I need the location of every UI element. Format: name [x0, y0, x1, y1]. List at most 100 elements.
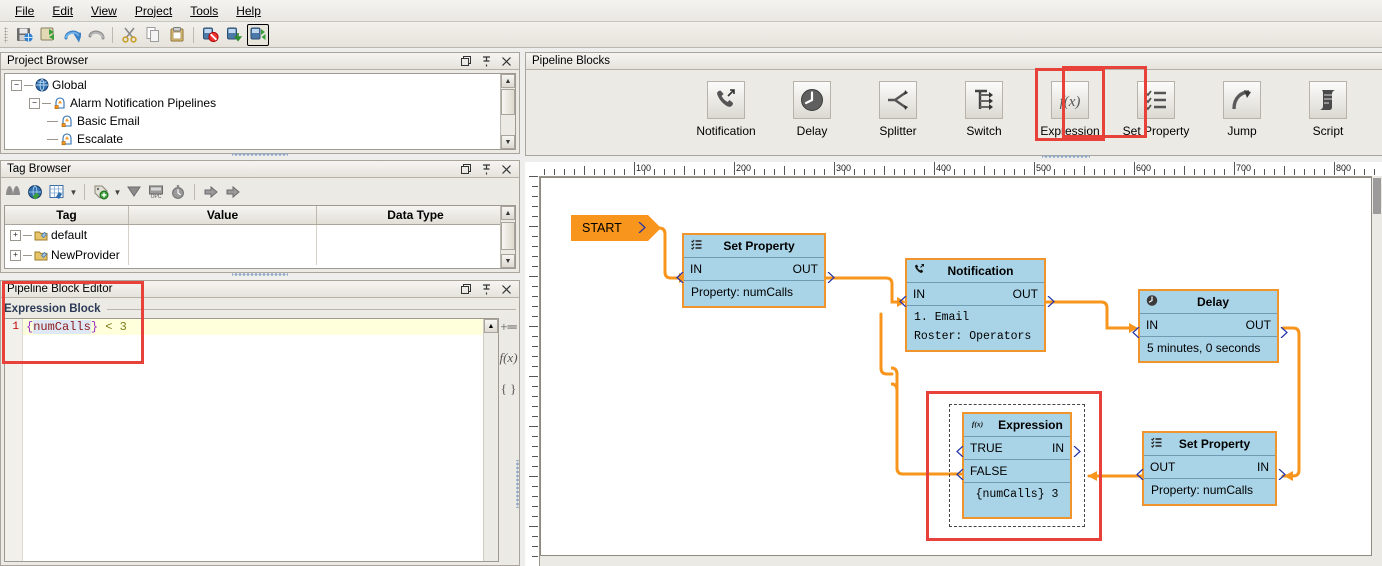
port-label-true[interactable]: TRUE: [970, 441, 1003, 455]
tag-column-header-data-type[interactable]: Data Type: [317, 206, 515, 224]
menu-edit[interactable]: Edit: [43, 2, 82, 20]
tag-table[interactable]: Tag Value Data Type + default + NewProvi…: [4, 205, 516, 269]
pin-icon-3[interactable]: [481, 283, 492, 295]
maximize-icon-3[interactable]: [461, 283, 472, 295]
pipeline-canvas[interactable]: START Set Property IN OUT Property: numC…: [540, 177, 1372, 556]
export-icon[interactable]: [223, 183, 243, 202]
scroll-down-icon[interactable]: ▼: [501, 135, 515, 149]
tree-item-global[interactable]: − Global: [5, 76, 501, 94]
history-icon[interactable]: [168, 183, 188, 202]
expression-in-port[interactable]: [1073, 446, 1082, 457]
palette-item-splitter[interactable]: Splitter: [866, 71, 930, 138]
scroll-thumb[interactable]: [501, 89, 515, 115]
expression-false-port[interactable]: [955, 469, 964, 480]
refresh-icon[interactable]: [37, 24, 59, 46]
menu-project[interactable]: Project: [126, 2, 181, 20]
canvas-block-notification[interactable]: Notification IN OUT 1. Email Roster: Ope…: [905, 258, 1046, 352]
start-block[interactable]: START: [571, 215, 661, 241]
redo-icon[interactable]: [85, 24, 107, 46]
scroll-up-icon[interactable]: ▲: [501, 74, 515, 88]
delay-in-port[interactable]: [1131, 327, 1140, 338]
table-row[interactable]: + default: [5, 225, 515, 245]
canvas-block-set-property-1[interactable]: Set Property IN OUT Property: numCalls: [682, 233, 826, 308]
splitter-handle-3[interactable]: [1042, 154, 1090, 159]
table-edit-icon[interactable]: [47, 183, 67, 202]
import-icon[interactable]: [201, 183, 221, 202]
port-label-in-2[interactable]: IN: [913, 287, 925, 301]
port-label-false[interactable]: FALSE: [970, 464, 1007, 478]
tree-item-alarm-notification-pipelines[interactable]: − Alarm Notification Pipelines: [5, 94, 501, 112]
scroll-up-icon-2[interactable]: ▲: [501, 206, 515, 220]
insert-property-icon[interactable]: +═: [500, 319, 517, 335]
set-property-2-out-port[interactable]: [1135, 469, 1144, 480]
close-icon-3[interactable]: [501, 284, 512, 295]
maximize-icon[interactable]: [461, 55, 472, 67]
maximize-icon-2[interactable]: [461, 163, 472, 175]
tag-column-header-value[interactable]: Value: [129, 206, 317, 224]
port-label-out-1[interactable]: OUT: [793, 262, 818, 276]
tree-toggle-pipelines[interactable]: −: [29, 97, 40, 109]
splitter-handle-1[interactable]: [232, 152, 288, 157]
canvas-scroll-thumb[interactable]: [1373, 178, 1381, 214]
canvas-block-expression[interactable]: f(x) Expression TRUE IN FALSE {numCalls}…: [962, 412, 1072, 519]
code-line-1[interactable]: {numCalls} < 3: [23, 319, 484, 335]
pin-icon-2[interactable]: [481, 163, 492, 175]
menu-view[interactable]: View: [82, 2, 126, 20]
canvas-vertical-scrollbar[interactable]: [1372, 176, 1382, 566]
scroll-up-icon-3[interactable]: ▲: [484, 319, 498, 333]
device-down-icon[interactable]: [223, 24, 245, 46]
tree-item-escalate[interactable]: Escalate: [5, 130, 501, 148]
toolbar-grip[interactable]: [4, 26, 8, 43]
scroll-down-icon-2[interactable]: ▼: [501, 254, 515, 268]
save-icon[interactable]: [13, 24, 35, 46]
close-icon[interactable]: [501, 56, 512, 67]
paste-icon[interactable]: [166, 24, 188, 46]
opc-icon[interactable]: OPC: [146, 183, 166, 202]
port-label-out-4[interactable]: OUT: [1150, 460, 1175, 474]
pin-icon[interactable]: [481, 55, 492, 67]
start-output-port[interactable]: [638, 222, 647, 233]
palette-item-script[interactable]: Script: [1296, 71, 1360, 138]
code-scrollbar[interactable]: ▲: [483, 319, 498, 561]
palette-item-expression[interactable]: f(x) Expression: [1035, 68, 1105, 141]
copy-icon[interactable]: [142, 24, 164, 46]
project-tree-scrollbar[interactable]: ▲ ▼: [500, 74, 515, 149]
palette-item-notification[interactable]: Notification: [694, 71, 758, 138]
find-icon[interactable]: [3, 183, 23, 202]
delay-out-port[interactable]: [1280, 327, 1289, 338]
menu-help[interactable]: Help: [227, 2, 270, 20]
close-icon-2[interactable]: [501, 164, 512, 175]
undo-icon[interactable]: [61, 24, 83, 46]
notification-out-port[interactable]: [1047, 296, 1056, 307]
tag-column-header-tag[interactable]: Tag: [5, 206, 129, 224]
cut-icon[interactable]: [118, 24, 140, 46]
set-property-1-out-port[interactable]: [827, 272, 836, 283]
set-property-2-in-port[interactable]: [1278, 469, 1287, 480]
expression-function-icon[interactable]: f(x): [499, 350, 517, 366]
tree-toggle-newprovider[interactable]: +: [10, 249, 21, 261]
tree-item-basic-email[interactable]: Basic Email: [5, 112, 501, 130]
table-row[interactable]: + NewProvider: [5, 245, 515, 265]
port-label-in-5[interactable]: IN: [1257, 460, 1269, 474]
splitter-handle-vertical[interactable]: [515, 460, 520, 508]
expression-code-editor[interactable]: 1 {numCalls} < 3 ▲: [4, 318, 499, 562]
expression-true-port[interactable]: [955, 446, 964, 457]
port-label-out-3[interactable]: OUT: [1246, 318, 1271, 332]
port-label-in-4[interactable]: IN: [1052, 441, 1064, 455]
new-tag-icon[interactable]: [91, 183, 111, 202]
project-tree[interactable]: − Global − Alarm Notification Pipelines: [4, 73, 516, 150]
notification-in-port[interactable]: [898, 296, 907, 307]
palette-item-set-property[interactable]: Set Property: [1123, 71, 1189, 138]
palette-item-switch[interactable]: Switch: [952, 71, 1016, 138]
port-label-in-3[interactable]: IN: [1146, 318, 1158, 332]
udt-icon[interactable]: [124, 183, 144, 202]
canvas-block-delay[interactable]: Delay IN OUT 5 minutes, 0 seconds: [1138, 289, 1279, 363]
provider-icon[interactable]: [25, 183, 45, 202]
port-label-out-2[interactable]: OUT: [1013, 287, 1038, 301]
set-property-1-in-port[interactable]: [675, 272, 684, 283]
braces-icon[interactable]: { }: [501, 381, 517, 397]
menu-tools[interactable]: Tools: [181, 2, 227, 20]
disable-device-icon[interactable]: [199, 24, 221, 46]
palette-item-jump[interactable]: Jump: [1210, 71, 1274, 138]
dropdown-caret-icon-2[interactable]: ▼: [113, 183, 122, 202]
